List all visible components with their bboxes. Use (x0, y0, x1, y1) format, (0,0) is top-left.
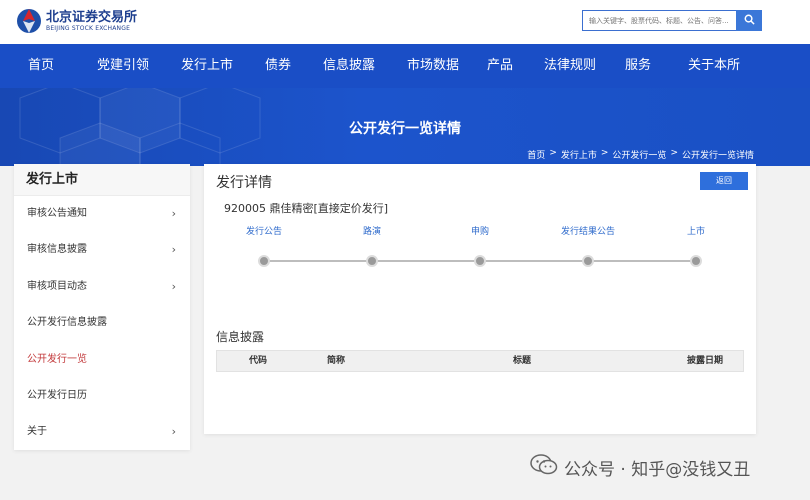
breadcrumb-separator: > (549, 148, 557, 158)
sidebar-item-offering-disclosure[interactable]: 公开发行信息披露 (14, 305, 190, 341)
step-dot (366, 255, 378, 267)
bse-logo-icon (16, 7, 42, 35)
step-label-subscription: 申购 (470, 227, 490, 237)
sidebar-item-label: 关于 (27, 426, 47, 438)
breadcrumb-separator: > (600, 148, 609, 158)
disclosure-title: 信息披露 (216, 330, 265, 344)
watermark: 公众号 · 知乎@没钱又丑 (530, 452, 750, 482)
column-header-short-name: 简称 (327, 356, 346, 366)
breadcrumb-current: 公开发行一览详情 (681, 151, 754, 161)
column-header-date: 披露日期 (687, 356, 724, 366)
breadcrumb-public-offering[interactable]: 公开发行一览 (612, 148, 666, 161)
step-label-result: 发行结果公告 (560, 227, 616, 237)
chevron-right-icon: › (171, 243, 176, 257)
search-icon (744, 13, 755, 28)
main-nav: 首页 党建引领 发行上市 债券 信息披露 市场数据 产品 法律规则 服务 关于本… (0, 44, 810, 88)
column-header-title: 标题 (513, 356, 532, 366)
offering-progress: 发行公告 路演 申购 发行结果公告 上市 (228, 224, 728, 274)
nav-party-building[interactable]: 党建引领 (82, 44, 164, 88)
sidebar-item-label: 审核信息披露 (27, 244, 87, 256)
header: 北京证券交易所 BEIJING STOCK EXCHANGE (0, 0, 810, 44)
search-input[interactable] (582, 10, 736, 31)
breadcrumb: 首页 > 发行上市 > 公开发行一览 > 公开发行一览详情 (527, 148, 754, 161)
detail-title: 发行详情 (216, 175, 272, 191)
sidebar-item-review-notices[interactable]: 审核公告通知 › (14, 196, 190, 232)
step-label-roadshow: 路演 (362, 227, 382, 237)
watermark-text: 公众号 · 知乎@没钱又丑 (564, 459, 751, 480)
sidebar-item-review-disclosure[interactable]: 审核信息披露 › (14, 232, 190, 268)
nav-listing[interactable]: 发行上市 (164, 44, 250, 88)
chevron-right-icon: › (171, 207, 176, 220)
nav-services[interactable]: 服务 (614, 44, 662, 88)
nav-about[interactable]: 关于本所 (662, 44, 766, 88)
nav-home[interactable]: 首页 (0, 44, 82, 88)
disclosure-table-header: 代码 简称 标题 披露日期 (216, 350, 744, 372)
nav-products[interactable]: 产品 (474, 44, 526, 88)
nav-disclosure[interactable]: 信息披露 (306, 44, 392, 88)
breadcrumb-home[interactable]: 首页 (527, 148, 545, 161)
stock-title: 920005 鼎佳精密[直接定价发行] (224, 202, 389, 215)
page-title: 公开发行一览详情 (349, 121, 461, 137)
logo-name-cn: 北京证券交易所 (46, 9, 138, 25)
search-button[interactable] (736, 10, 762, 31)
search-bar (582, 10, 762, 31)
back-button[interactable]: 返回 (700, 172, 748, 190)
step-dot (690, 255, 702, 267)
logo-name-en: BEIJING STOCK EXCHANGE (46, 24, 131, 32)
chevron-right-icon: › (171, 279, 176, 293)
column-header-code: 代码 (249, 356, 268, 366)
step-label-announcement: 发行公告 (245, 227, 283, 237)
sidebar-item-review-dynamics[interactable]: 审核项目动态 › (14, 269, 190, 305)
breadcrumb-separator: > (670, 148, 678, 158)
sidebar-item-label: 公开发行日历 (27, 389, 87, 401)
wechat-icon (530, 453, 558, 481)
sidebar-title: 发行上市 (14, 164, 190, 196)
detail-panel: 发行详情 返回 920005 鼎佳精密[直接定价发行] 发行公告 路演 申购 发… (204, 164, 756, 434)
breadcrumb-listing[interactable]: 发行上市 (561, 148, 597, 161)
step-dot (258, 255, 270, 267)
chevron-right-icon: › (171, 425, 176, 439)
step-label-listing: 上市 (686, 227, 706, 237)
step-dot (474, 255, 486, 267)
step-dot (582, 255, 594, 267)
sidebar-item-label: 审核公告通知 (27, 208, 87, 219)
logo[interactable]: 北京证券交易所 BEIJING STOCK EXCHANGE (16, 7, 137, 35)
sidebar-item-label: 审核项目动态 (27, 280, 87, 292)
nav-market-data[interactable]: 市场数据 (392, 44, 474, 88)
page-banner: 公开发行一览详情 首页 > 发行上市 > 公开发行一览 > 公开发行一览详情 (0, 88, 810, 166)
sidebar-item-label: 公开发行信息披露 (27, 317, 107, 329)
sidebar: 发行上市 审核公告通知 › 审核信息披露 › 审核项目动态 › 公开发行信息披露… (14, 164, 190, 450)
sidebar-item-offering-list[interactable]: 公开发行一览 (14, 342, 190, 378)
sidebar-item-label: 公开发行一览 (27, 353, 87, 365)
nav-bonds[interactable]: 债券 (250, 44, 306, 88)
sidebar-item-offering-calendar[interactable]: 公开发行日历 (14, 378, 190, 414)
nav-rules[interactable]: 法律规则 (526, 44, 614, 88)
sidebar-item-about[interactable]: 关于 › (14, 414, 190, 450)
